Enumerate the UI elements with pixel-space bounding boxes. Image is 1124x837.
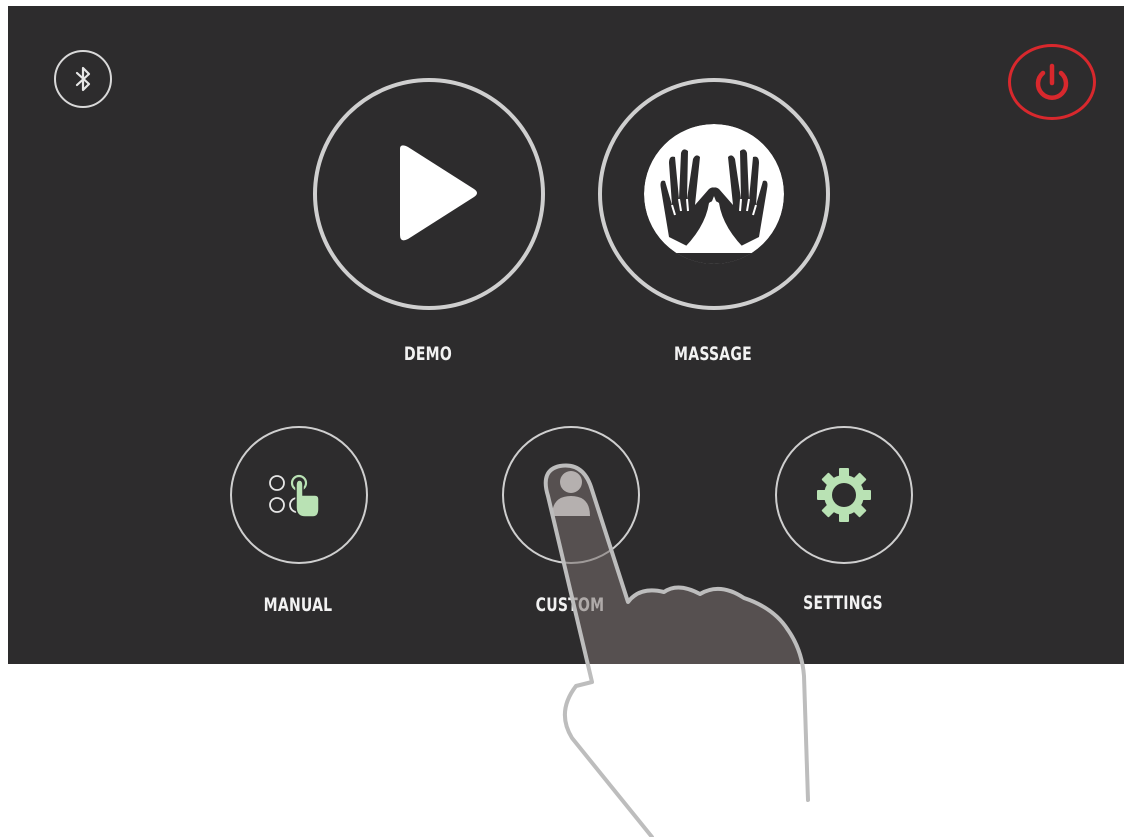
demo-button[interactable]: [313, 78, 545, 310]
massage-hands-icon: [644, 124, 784, 264]
device-illustration: DEMO MASSAGE MANUAL CUSTOM SETTINGS: [0, 0, 1124, 837]
user-icon: [552, 471, 590, 516]
settings-label: SETTINGS: [803, 592, 883, 614]
settings-button[interactable]: [775, 426, 913, 564]
power-icon: [1035, 63, 1069, 100]
power-button[interactable]: [1008, 44, 1096, 120]
manual-button[interactable]: [230, 426, 368, 564]
touch-grid-icon: [269, 474, 320, 518]
play-icon: [400, 145, 477, 241]
bluetooth-button[interactable]: [54, 50, 112, 108]
bluetooth-icon: [75, 66, 91, 92]
manual-label: MANUAL: [263, 594, 333, 616]
demo-label: DEMO: [403, 343, 453, 365]
massage-label: MASSAGE: [674, 343, 752, 365]
custom-button[interactable]: [502, 426, 640, 564]
massage-button[interactable]: [598, 78, 830, 310]
touch-screen: DEMO MASSAGE MANUAL CUSTOM SETTINGS: [8, 6, 1124, 664]
custom-label: CUSTOM: [535, 594, 605, 616]
gear-icon: [817, 468, 871, 522]
